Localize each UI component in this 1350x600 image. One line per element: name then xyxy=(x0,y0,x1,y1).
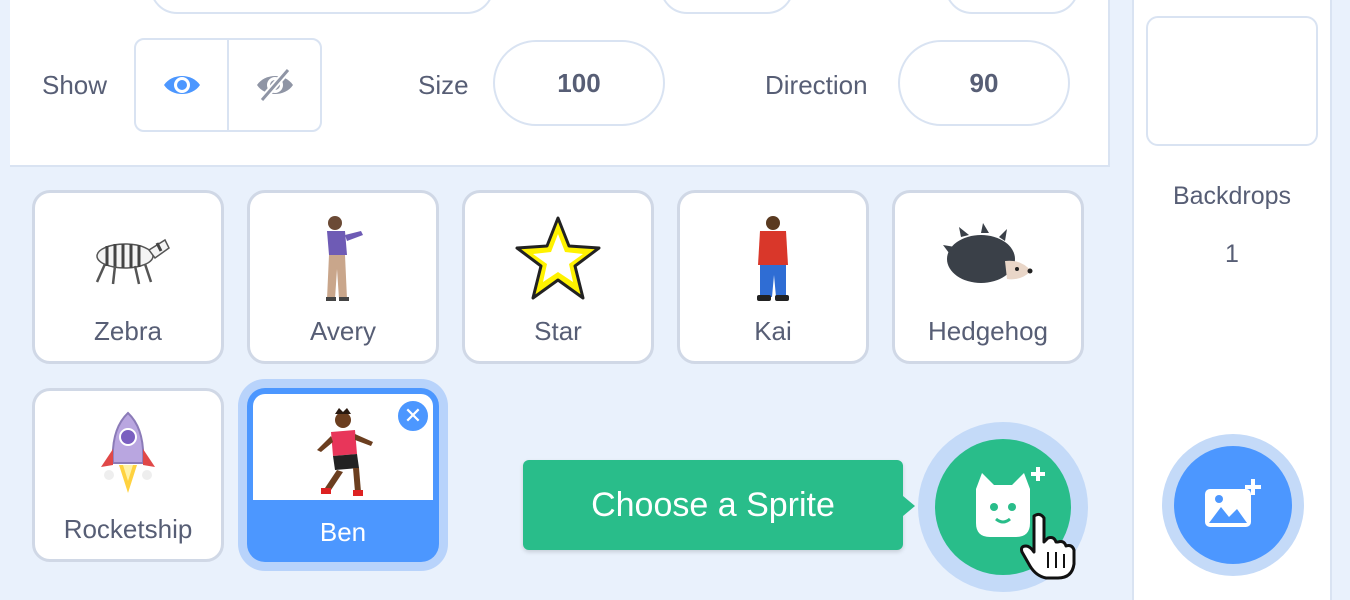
x-position-field[interactable] xyxy=(150,0,494,14)
sprite-name: Ben xyxy=(319,517,367,547)
hedgehog-icon xyxy=(942,223,1032,283)
size-input[interactable]: 100 xyxy=(493,40,665,126)
choose-backdrop-button[interactable] xyxy=(1174,446,1292,564)
sprite-tile-rocketship[interactable]: Rocketship xyxy=(32,388,224,562)
sprite-name: Rocketship xyxy=(63,514,193,544)
zebra-icon xyxy=(95,238,170,285)
sprite-tile-avery[interactable]: Avery xyxy=(247,190,439,364)
direction-input[interactable]: 90 xyxy=(898,40,1070,126)
sprite-tile-star[interactable]: Star xyxy=(462,190,654,364)
sprite-tile-zebra[interactable]: Zebra xyxy=(32,190,224,364)
y-position-field[interactable] xyxy=(660,0,794,14)
delete-sprite-button[interactable]: ✕ xyxy=(395,398,431,434)
sprite-name: Kai xyxy=(754,316,792,346)
eye-icon xyxy=(163,76,200,94)
stage-pane: Backdrops 1 xyxy=(1132,0,1332,600)
tooltip-text: Choose a Sprite xyxy=(591,485,835,524)
hedgehog-thumbnail xyxy=(895,203,1081,313)
stage-thumbnail[interactable] xyxy=(1146,16,1318,146)
kai-thumbnail xyxy=(680,203,866,313)
choose-sprite-tooltip: Choose a Sprite xyxy=(523,460,915,550)
kai-icon xyxy=(757,215,789,301)
avery-icon xyxy=(326,215,363,301)
zebra-thumbnail xyxy=(35,203,221,313)
hand-cursor-icon xyxy=(1020,512,1076,580)
eye-slash-icon xyxy=(256,67,293,103)
show-visible-button[interactable] xyxy=(136,40,227,130)
sprite-name: Hedgehog xyxy=(928,316,1048,346)
sprite-tile-ben[interactable]: ✕ Ben xyxy=(247,388,439,562)
show-label: Show xyxy=(42,70,108,100)
sprite-name: Star xyxy=(534,316,582,346)
sprite-name: Zebra xyxy=(94,316,162,346)
show-hidden-button[interactable] xyxy=(227,40,320,130)
star-thumbnail xyxy=(465,203,651,313)
size-label: Size xyxy=(418,70,469,100)
avery-thumbnail xyxy=(250,203,436,313)
sprite-name-field[interactable] xyxy=(945,0,1079,14)
close-icon: ✕ xyxy=(403,403,423,428)
direction-label: Direction xyxy=(765,70,868,100)
sprite-info-panel: Show Size 100 Direction 90 xyxy=(10,0,1110,167)
rocketship-icon xyxy=(101,411,155,493)
ben-icon xyxy=(317,407,373,496)
sprite-tile-hedgehog[interactable]: Hedgehog xyxy=(892,190,1084,364)
sprite-tile-kai[interactable]: Kai xyxy=(677,190,869,364)
sprite-name: Avery xyxy=(310,316,376,346)
image-plus-icon xyxy=(1205,479,1261,527)
backdrops-count: 1 xyxy=(1225,240,1239,268)
show-toggle-group xyxy=(134,38,322,132)
backdrops-label: Backdrops xyxy=(1172,182,1292,210)
rocketship-thumbnail xyxy=(35,401,221,511)
star-icon xyxy=(515,216,601,300)
